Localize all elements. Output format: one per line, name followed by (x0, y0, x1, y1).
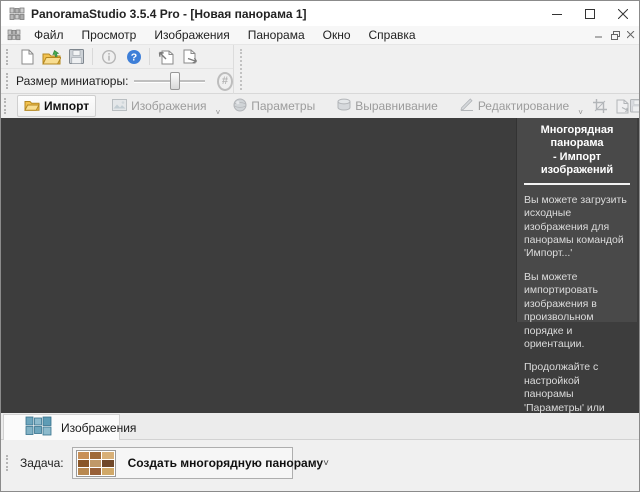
menu-help[interactable]: Справка (360, 27, 425, 43)
export-images-button[interactable] (178, 46, 203, 68)
step-parameters[interactable]: Параметры (227, 96, 321, 117)
save-panorama-button[interactable] (630, 96, 640, 117)
folder-icon (24, 98, 40, 114)
mdi-restore-button[interactable] (607, 31, 623, 40)
task-selected-value: Создать многорядную панораму (128, 456, 324, 470)
step-editing-label: Редактирование (478, 99, 569, 113)
mdi-minimize-button[interactable] (591, 31, 607, 39)
thumbnail-toolbar: Размер миниатюры: # (1, 69, 233, 93)
toolbar-grip[interactable] (6, 49, 8, 65)
chevron-down-icon: ˅ (323, 458, 329, 469)
menu-images[interactable]: Изображения (145, 27, 238, 43)
tab-images-label: Изображения (61, 421, 136, 435)
svg-text:?: ? (130, 51, 136, 63)
main-toolbar: ? (1, 45, 233, 69)
thumbnails-icon (25, 416, 52, 439)
help-panel-title: Многорядная панорама - Импорт изображени… (524, 124, 630, 178)
step-parameters-label: Параметры (251, 99, 315, 113)
close-button[interactable] (606, 1, 639, 26)
title-bar: PanoramaStudio 3.5.4 Pro - [Новая панора… (1, 1, 639, 26)
chevron-down-icon[interactable]: ˅ (578, 108, 583, 117)
save-button[interactable] (64, 46, 89, 68)
toolbar-grip[interactable] (6, 73, 8, 89)
app-icon (9, 7, 25, 21)
thumbnail-size-label: Размер миниатюры: (16, 74, 128, 88)
new-project-button[interactable] (14, 46, 39, 68)
window-title: PanoramaStudio 3.5.4 Pro - [Новая панора… (31, 7, 307, 21)
toolbar-island: ? Размер миниатюры: # (1, 45, 234, 94)
menu-view[interactable]: Просмотр (73, 27, 146, 43)
toolbar-grip[interactable] (6, 455, 8, 471)
step-editing[interactable]: Редактирование (454, 96, 575, 116)
toolbar-separator (92, 48, 93, 65)
menu-bar: Файл Просмотр Изображения Панорама Окно … (1, 26, 639, 45)
slider-handle[interactable] (170, 72, 180, 90)
tab-images[interactable]: Изображения (3, 414, 120, 440)
app-window: PanoramaStudio 3.5.4 Pro - [Новая панора… (0, 0, 640, 492)
help-panel: Многорядная панорама - Импорт изображени… (516, 118, 637, 322)
minimize-button[interactable] (540, 1, 573, 26)
help-panel-divider (524, 183, 630, 185)
step-alignment[interactable]: Выравнивание (331, 96, 444, 116)
maximize-button[interactable] (573, 1, 606, 26)
step-import-label: Импорт (44, 99, 89, 113)
step-images-label: Изображения (131, 99, 206, 113)
export-panorama-button[interactable] (615, 96, 630, 117)
sphere-icon (233, 98, 247, 115)
task-label: Задача: (20, 456, 64, 470)
thumbnail-number-button[interactable]: # (217, 72, 233, 91)
import-images-button[interactable] (153, 46, 178, 68)
thumbnail-size-slider[interactable] (134, 71, 205, 91)
bottom-tab-strip: Изображения (1, 413, 639, 440)
dock-grip[interactable] (240, 49, 242, 90)
menu-window[interactable]: Окно (314, 27, 360, 43)
step-import[interactable]: Импорт (17, 95, 96, 117)
menu-file[interactable]: Файл (25, 27, 73, 43)
task-bar: Задача: Создать многорядную панораму ˅ (1, 440, 639, 491)
workflow-step-bar: Импорт Изображения ˅ Параметры Выравнива… (1, 94, 639, 118)
step-images[interactable]: Изображения (106, 97, 212, 116)
crop-button[interactable] (593, 96, 607, 117)
cylinder-icon (337, 98, 351, 114)
image-icon (112, 99, 127, 114)
toolbar-area: ? Размер миниатюры: # (1, 45, 639, 94)
pen-icon (460, 98, 474, 114)
help-paragraph: Вы можете импортировать изображения в пр… (524, 271, 630, 352)
open-button[interactable] (39, 46, 64, 68)
step-alignment-label: Выравнивание (355, 99, 438, 113)
toolbar-grip[interactable] (4, 98, 6, 114)
panorama-thumbnail-icon (76, 450, 116, 477)
toolbar-separator (149, 48, 150, 65)
help-paragraph: Вы можете загрузить исходные изображения… (524, 194, 630, 261)
document-icon[interactable] (7, 29, 21, 41)
chevron-down-icon[interactable]: ˅ (216, 108, 221, 117)
task-dropdown[interactable]: Создать многорядную панораму ˅ (72, 447, 293, 479)
menu-panorama[interactable]: Панорама (239, 27, 314, 43)
mdi-close-button[interactable] (623, 31, 639, 39)
info-button[interactable] (96, 46, 121, 68)
help-button[interactable]: ? (121, 46, 146, 68)
